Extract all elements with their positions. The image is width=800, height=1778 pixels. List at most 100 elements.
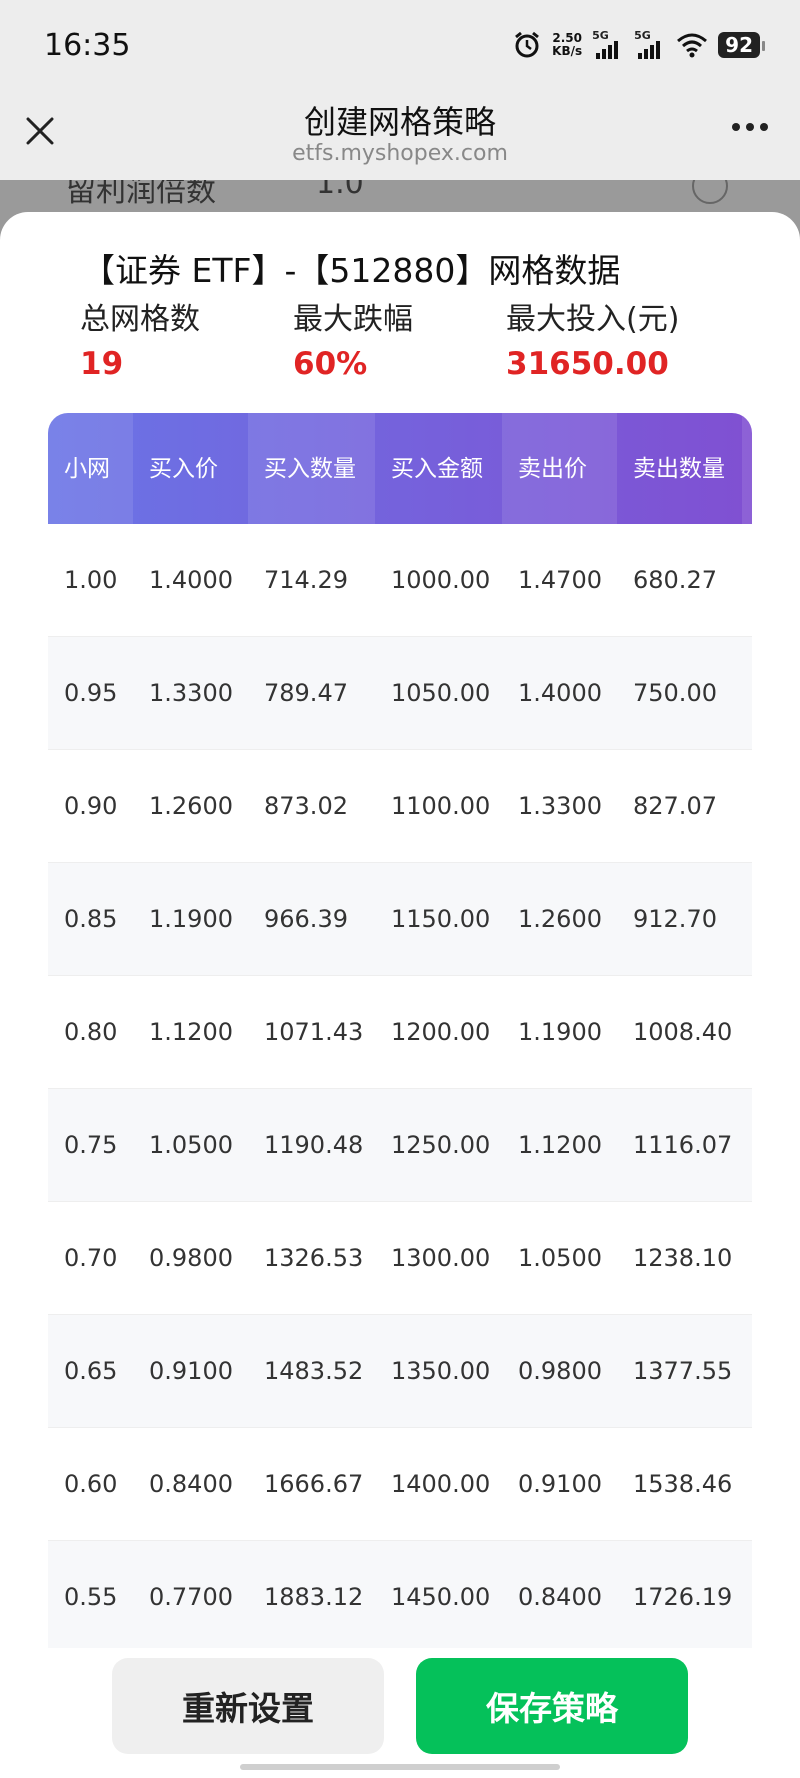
- cell-sell-price: 0.9800: [518, 1357, 602, 1385]
- cell-grid-level: 1.00: [64, 566, 118, 594]
- summary-max-investment: 最大投入(元) 31650.00: [506, 294, 719, 382]
- summary-value: 19: [80, 346, 124, 382]
- summary-label: 总网格数: [80, 302, 200, 337]
- cell-buy-price: 1.0500: [149, 1131, 233, 1159]
- cell-buy-price: 1.2600: [149, 792, 233, 820]
- cell-grid-level: 0.55: [64, 1583, 118, 1611]
- cell-grid-level: 0.80: [64, 1018, 118, 1046]
- summary-value: 60%: [293, 346, 368, 382]
- table-row: 0.65 0.9100 1483.52 1350.00 0.9800 1377.55: [48, 1315, 752, 1428]
- table-row: 0.55 0.7700 1883.12 1450.00 0.8400 1726.19: [48, 1541, 752, 1654]
- alarm-icon: [515, 31, 540, 58]
- cell-sell-price: 1.1900: [518, 1018, 602, 1046]
- column-header: 买入价: [149, 455, 218, 482]
- background-row-label: 留利润倍数: [66, 180, 216, 209]
- cell-buy-quantity: 1190.48: [264, 1131, 364, 1159]
- cell-sell-price: 1.3300: [518, 792, 602, 820]
- cell-sell-quantity: 1726.19: [633, 1583, 733, 1611]
- cell-sell-price: 0.8400: [518, 1583, 602, 1611]
- summary-label: 最大投入(元): [506, 302, 680, 337]
- cell-buy-quantity: 714.29: [264, 566, 348, 594]
- cell-buy-amount: 1400.00: [391, 1470, 491, 1498]
- column-header: 卖出数量: [633, 455, 725, 482]
- signal-icon-2: 5G: [634, 29, 666, 59]
- summary-value: 31650.00: [506, 346, 669, 382]
- cell-buy-amount: 1100.00: [391, 792, 491, 820]
- column-header-overflow: [742, 413, 752, 524]
- page-domain: etfs.myshopex.com: [292, 141, 508, 166]
- cell-sell-price: 1.4700: [518, 566, 602, 594]
- table-row: 0.75 1.0500 1190.48 1250.00 1.1200 1116.07: [48, 1089, 752, 1202]
- save-strategy-button[interactable]: 保存策略: [416, 1658, 688, 1754]
- cell-sell-quantity: 1538.46: [633, 1470, 733, 1498]
- cell-buy-price: 0.8400: [149, 1470, 233, 1498]
- table-row: 0.85 1.1900 966.39 1150.00 1.2600 912.70: [48, 863, 752, 976]
- summary-stats: 总网格数 19 最大跌幅 60% 最大投入(元) 31650.00: [80, 294, 760, 382]
- cell-buy-amount: 1200.00: [391, 1018, 491, 1046]
- column-header: 买入金额: [391, 455, 483, 482]
- more-icon[interactable]: [730, 121, 770, 133]
- reset-button[interactable]: 重新设置: [112, 1658, 384, 1754]
- background-row-value: 1.0: [316, 180, 364, 201]
- cell-buy-quantity: 789.47: [264, 679, 348, 707]
- info-icon: [692, 180, 728, 204]
- net-speed-unit: KB/s: [552, 44, 583, 58]
- cell-sell-price: 1.4000: [518, 679, 602, 707]
- cell-sell-price: 1.2600: [518, 905, 602, 933]
- grid-table[interactable]: 小网 买入价 买入数量 买入金额 卖出价 卖出数量 1.00 1.4000 714.…: [48, 413, 752, 1654]
- cell-buy-price: 1.3300: [149, 679, 233, 707]
- net-speed: 2.50 KB/s: [552, 32, 582, 58]
- cell-buy-amount: 1350.00: [391, 1357, 491, 1385]
- cell-buy-quantity: 1071.43: [264, 1018, 364, 1046]
- cell-buy-quantity: 966.39: [264, 905, 348, 933]
- cell-buy-amount: 1000.00: [391, 566, 491, 594]
- cell-buy-amount: 1150.00: [391, 905, 491, 933]
- status-bar: 16:35 2.50 KB/s 5G 5G 92: [0, 0, 800, 95]
- cell-sell-quantity: 827.07: [633, 792, 717, 820]
- cell-buy-price: 1.1200: [149, 1018, 233, 1046]
- cell-buy-amount: 1450.00: [391, 1583, 491, 1611]
- summary-max-drop: 最大跌幅 60%: [293, 294, 506, 382]
- cell-sell-price: 0.9100: [518, 1470, 602, 1498]
- home-indicator: [240, 1764, 560, 1770]
- table-row: 0.70 0.9800 1326.53 1300.00 1.0500 1238.10: [48, 1202, 752, 1315]
- cell-buy-quantity: 1666.67: [264, 1470, 364, 1498]
- action-footer: 重新设置 保存策略: [0, 1648, 800, 1778]
- page-title: 创建网格策略: [303, 103, 496, 141]
- sheet-title: 【证券 ETF】-【512880】网格数据: [82, 251, 621, 290]
- table-row: 0.95 1.3300 789.47 1050.00 1.4000 750.00: [48, 637, 752, 750]
- cell-buy-amount: 1300.00: [391, 1244, 491, 1272]
- cell-buy-price: 0.9800: [149, 1244, 233, 1272]
- table-body: 1.00 1.4000 714.29 1000.00 1.4700 680.27 0.95 1…: [48, 524, 752, 1654]
- cell-sell-quantity: 912.70: [633, 905, 717, 933]
- column-header: 小网: [48, 413, 133, 524]
- cell-sell-quantity: 680.27: [633, 566, 717, 594]
- signal-icon-1: 5G: [592, 29, 624, 59]
- table-row: 0.80 1.1200 1071.43 1200.00 1.1900 1008.40: [48, 976, 752, 1089]
- cell-buy-price: 1.4000: [149, 566, 233, 594]
- cell-buy-quantity: 1326.53: [264, 1244, 364, 1272]
- nav-bar: 创建网格策略 etfs.myshopex.com: [0, 95, 800, 180]
- summary-label: 最大跌幅: [293, 302, 413, 337]
- grid-data-sheet: 【证券 ETF】-【512880】网格数据 总网格数 19 最大跌幅 60% 最…: [0, 212, 800, 1778]
- cell-buy-amount: 1250.00: [391, 1131, 491, 1159]
- cell-sell-price: 1.1200: [518, 1131, 602, 1159]
- table-row: 0.60 0.8400 1666.67 1400.00 0.9100 1538.46: [48, 1428, 752, 1541]
- battery-indicator: 92: [718, 32, 765, 58]
- cell-buy-amount: 1050.00: [391, 679, 491, 707]
- cell-sell-quantity: 750.00: [633, 679, 717, 707]
- column-header: 买入数量: [248, 413, 375, 524]
- cell-buy-quantity: 1883.12: [264, 1583, 364, 1611]
- cell-sell-quantity: 1377.55: [633, 1357, 733, 1385]
- cell-buy-price: 1.1900: [149, 905, 233, 933]
- cell-sell-quantity: 1238.10: [633, 1244, 733, 1272]
- cell-buy-price: 0.9100: [149, 1357, 233, 1385]
- summary-total-grids: 总网格数 19: [80, 294, 293, 382]
- cell-grid-level: 0.60: [64, 1470, 118, 1498]
- cell-buy-quantity: 1483.52: [264, 1357, 364, 1385]
- cell-sell-quantity: 1116.07: [633, 1131, 733, 1159]
- cell-sell-price: 1.0500: [518, 1244, 602, 1272]
- cell-grid-level: 0.95: [64, 679, 118, 707]
- wifi-icon: [677, 33, 708, 58]
- cell-grid-level: 0.75: [64, 1131, 118, 1159]
